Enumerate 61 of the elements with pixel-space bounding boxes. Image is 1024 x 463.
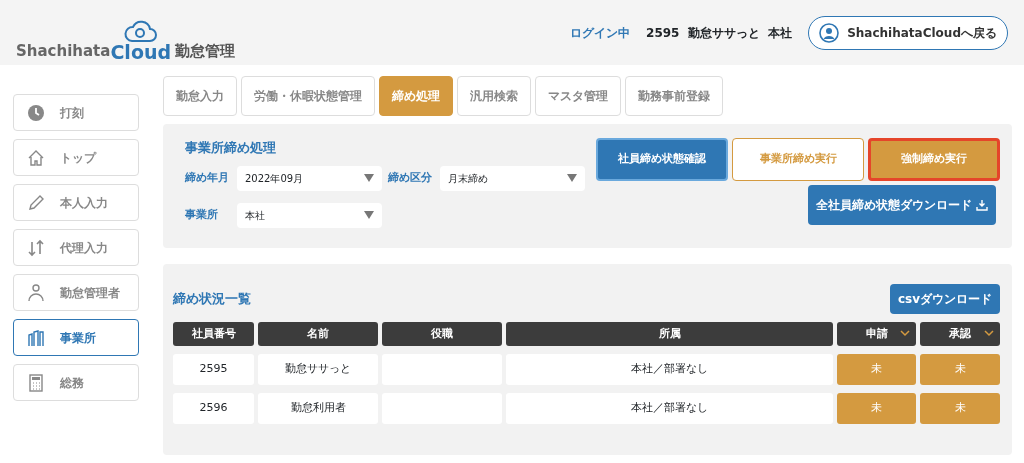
swap-arrows-icon	[26, 237, 46, 258]
select-field[interactable]: 本社	[237, 202, 382, 228]
column-header[interactable]: 承認	[920, 322, 1000, 346]
sidebar-item[interactable]: 代理入力	[13, 229, 139, 266]
logo-product-text: Cloud	[110, 43, 172, 62]
sidebar-item[interactable]: 勤怠管理者	[13, 274, 139, 311]
action-button[interactable]: 強制締め実行	[868, 138, 1000, 181]
select-field[interactable]: 2022年09月	[237, 165, 382, 191]
field-label: 締め区分	[388, 169, 433, 186]
table-cell: 勤怠ササっと	[258, 354, 378, 385]
column-header[interactable]: 申請	[837, 322, 916, 346]
calculator-icon	[26, 372, 46, 393]
download-button[interactable]: 全社員締め状態ダウンロード	[808, 185, 996, 225]
person-icon	[26, 282, 46, 303]
column-header: 所属	[506, 322, 833, 346]
status-cell: 未	[920, 354, 1000, 385]
column-header: 役職	[382, 322, 502, 346]
table-cell: 勤怠利用者	[258, 393, 378, 424]
sidebar-item[interactable]: 本人入力	[13, 184, 139, 221]
table-cell: 2596	[173, 393, 254, 424]
field-label: 事業所	[185, 206, 219, 223]
status-cell: 未	[837, 393, 916, 424]
action-button[interactable]: 社員締め状態確認	[596, 138, 728, 181]
back-button[interactable]: ShachihataCloudへ戻る	[808, 15, 1008, 50]
logo-brand-text: Shachihata	[16, 40, 111, 62]
action-button[interactable]: 事業所締め実行	[732, 138, 864, 181]
sidebar-item[interactable]: 打刻	[13, 94, 139, 131]
tab[interactable]: 勤怠入力	[163, 76, 237, 116]
panel-title: 事業所締め処理	[185, 139, 277, 157]
chevron-down-icon	[984, 330, 994, 337]
dropdown-arrow-icon	[567, 174, 577, 182]
column-header: 名前	[258, 322, 378, 346]
sidebar-item[interactable]: 事業所	[13, 319, 139, 356]
dropdown-arrow-icon	[364, 211, 374, 219]
tab[interactable]: 勤務事前登録	[625, 76, 723, 116]
status-cell: 未	[920, 393, 1000, 424]
building-icon	[26, 327, 46, 348]
dropdown-arrow-icon	[364, 174, 374, 182]
status-cell: 未	[837, 354, 916, 385]
csv-download-button[interactable]: csvダウンロード	[889, 284, 1000, 314]
download-icon	[976, 199, 988, 211]
login-status: ログイン中	[570, 24, 631, 42]
tab[interactable]: マスタ管理	[535, 76, 621, 116]
chevron-down-icon	[900, 330, 910, 337]
tab[interactable]: 汎用検索	[457, 76, 531, 116]
logo-app-text: 勤怠管理	[175, 40, 236, 62]
column-header: 社員番号	[173, 322, 254, 346]
field-label: 締め年月	[185, 169, 230, 186]
clock-icon	[26, 102, 46, 123]
table-cell: 本社／部署なし	[506, 354, 833, 385]
user-icon	[819, 22, 840, 43]
sidebar-item[interactable]: トップ	[13, 139, 139, 176]
select-field[interactable]: 月末締め	[440, 165, 585, 191]
panel-title: 締め状況一覧	[173, 290, 251, 309]
table-cell: 2595	[173, 354, 254, 385]
sidebar-item[interactable]: 総務	[13, 364, 139, 401]
table-cell: 本社／部署なし	[506, 393, 833, 424]
user-info: 2595 勤怠ササっと 本社	[646, 24, 793, 42]
tab[interactable]: 労働・休暇状態管理	[241, 76, 375, 116]
tab[interactable]: 締め処理	[379, 76, 453, 116]
cloud-logo-icon	[123, 19, 158, 43]
